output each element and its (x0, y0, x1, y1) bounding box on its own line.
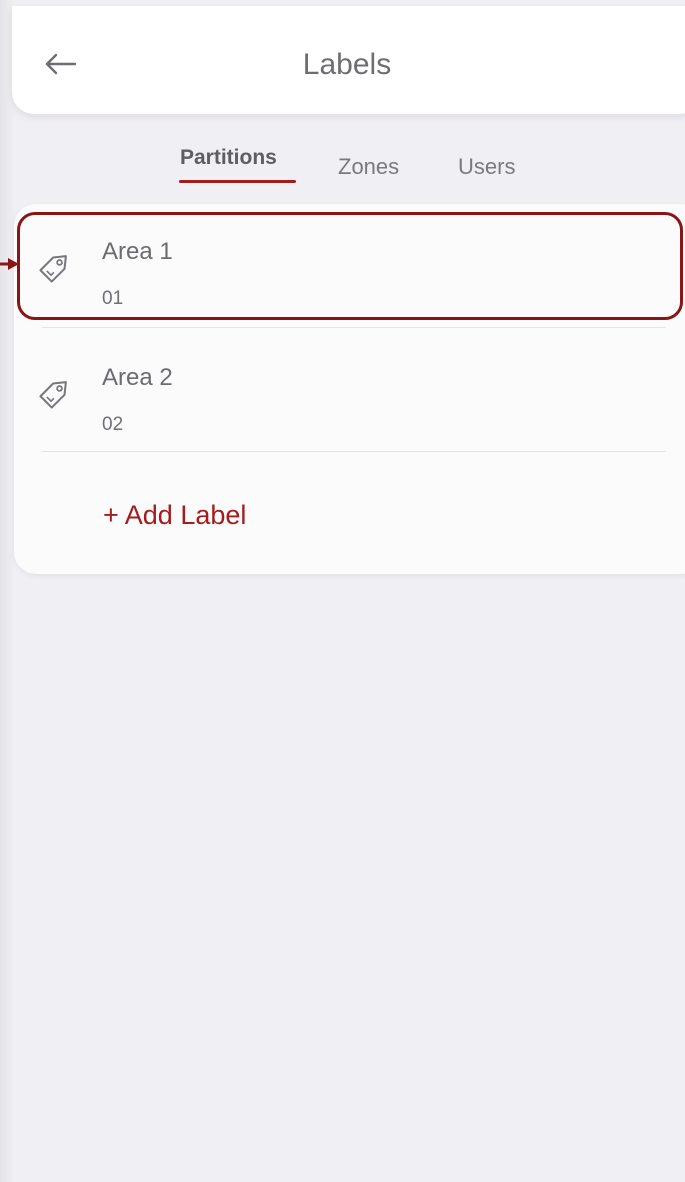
label-name: Area 2 (102, 364, 173, 391)
active-tab-indicator (179, 180, 296, 183)
label-code: 02 (102, 414, 124, 435)
tab-users[interactable]: Users (458, 154, 515, 180)
label-row-area-1[interactable]: Area 1 01 (14, 204, 685, 322)
label-name: Area 1 (102, 238, 173, 265)
tab-bar: Partitions Zones Users (0, 146, 685, 186)
label-code: 01 (102, 288, 124, 309)
tab-zones[interactable]: Zones (338, 154, 399, 180)
tab-partitions[interactable]: Partitions (180, 146, 277, 170)
page-title: Labels (302, 48, 392, 81)
tag-icon (39, 255, 67, 283)
tag-icon (39, 381, 67, 409)
add-label-button[interactable]: + Add Label (103, 500, 246, 531)
arrow-right-icon (0, 258, 19, 270)
labels-screen: Labels Partitions Zones Users Area 1 01 (0, 0, 685, 1182)
header-bar: Labels (12, 6, 685, 114)
divider (42, 451, 666, 452)
label-row-area-2[interactable]: Area 2 02 (14, 328, 685, 446)
